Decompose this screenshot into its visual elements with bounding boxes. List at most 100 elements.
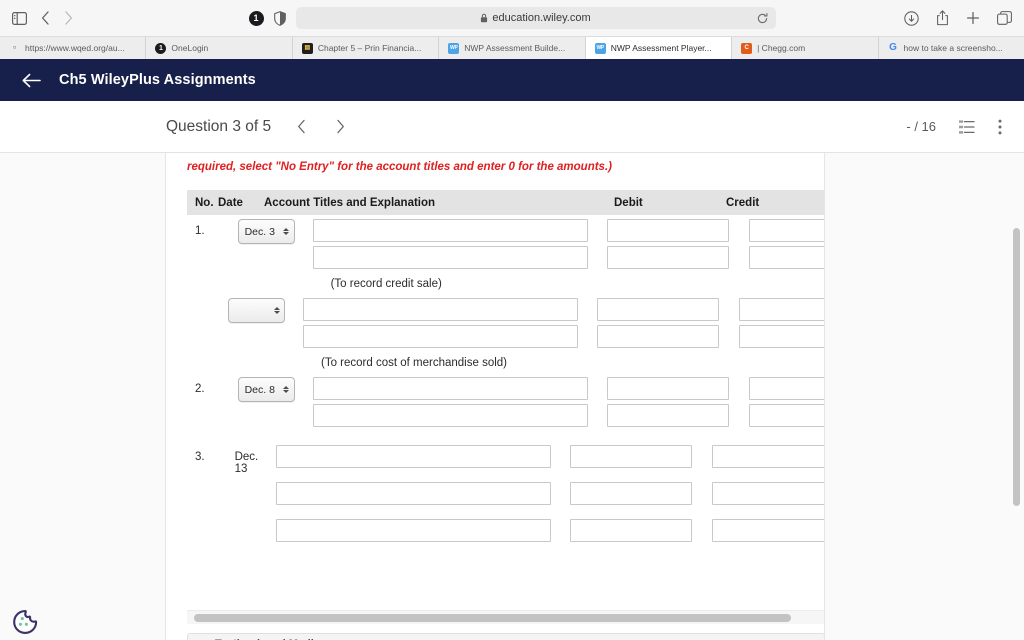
textbook-and-media-label: Textbook and Media: [188, 634, 824, 640]
browser-tab-label: https://www.wqed.org/au...: [25, 43, 125, 53]
nwp-icon: WP: [594, 42, 606, 54]
new-tab-icon[interactable]: [966, 11, 980, 25]
cookie-consent-icon[interactable]: [12, 609, 38, 635]
browser-tab-1[interactable]: ○ https://www.wqed.org/au...: [0, 37, 147, 59]
table-row: (To record cost of merchandise sold): [187, 294, 824, 373]
back-arrow-icon[interactable]: [41, 11, 50, 25]
score-display: - / 16: [906, 119, 936, 134]
date-select-cell: Dec. 8: [205, 373, 295, 403]
date-dropdown-1[interactable]: Dec. 3: [237, 219, 295, 245]
forward-arrow-icon[interactable]: [64, 11, 73, 25]
date-select-cell: Dec. 3: [205, 215, 295, 245]
instruction-text: required, select "No Entry" for the acco…: [187, 161, 612, 173]
credit-cell: [729, 215, 824, 270]
question-toolbar: Question 3 of 5 - / 16: [0, 101, 1024, 153]
account-title-input-3b[interactable]: [312, 404, 588, 428]
row-number: 1.: [195, 225, 205, 238]
address-bar[interactable]: education.wiley.com: [295, 7, 776, 29]
debit-input-3a[interactable]: [606, 377, 729, 401]
debit-cell: [578, 294, 719, 349]
debit-input-4a[interactable]: [570, 445, 693, 469]
tab-overview-icon[interactable]: [997, 11, 1012, 25]
column-header-no: No.: [195, 196, 214, 209]
shield-icon[interactable]: [273, 10, 286, 26]
browser-tab-4[interactable]: WP NWP Assessment Builde...: [439, 37, 586, 59]
column-header-debit: Debit: [614, 196, 643, 209]
debit-cell: [588, 373, 729, 428]
app-header: Ch5 WileyPlus Assignments: [0, 59, 1024, 101]
credit-input-2a[interactable]: [739, 298, 824, 322]
credit-cell: [729, 373, 824, 428]
lock-icon: [480, 13, 488, 23]
account-title-input-1a[interactable]: [312, 219, 588, 243]
page-title: Ch5 WileyPlus Assignments: [59, 72, 256, 88]
credit-input-1b[interactable]: [748, 246, 824, 270]
debit-input-4c[interactable]: [570, 519, 693, 543]
question-counter: Question 3 of 5: [166, 117, 272, 135]
share-icon[interactable]: [936, 10, 949, 26]
debit-input-2a[interactable]: [597, 298, 719, 322]
table-row: 3. Dec. 13: [187, 441, 824, 543]
date-select-cell: [195, 294, 285, 324]
debit-input-1b[interactable]: [606, 246, 729, 270]
app-back-button[interactable]: [22, 73, 41, 88]
list-view-icon[interactable]: [959, 119, 975, 134]
row-number: 3.: [195, 451, 205, 464]
credit-input-3b[interactable]: [748, 404, 824, 428]
browser-chrome: 1 education.wiley.com ○ https://www.wqed…: [0, 0, 1024, 59]
vertical-scrollbar[interactable]: [1011, 153, 1022, 640]
debit-input-1a[interactable]: [606, 219, 729, 243]
browser-tab-3[interactable]: ▤ Chapter 5 – Prin Financia...: [292, 37, 440, 59]
credit-cell: [719, 294, 824, 349]
browser-tab-label: NWP Assessment Builde...: [464, 43, 566, 53]
journal-entry-table: No. Date Account Titles and Explanation …: [187, 190, 824, 543]
vertical-scrollbar-thumb[interactable]: [1013, 228, 1020, 506]
google-icon: G: [889, 42, 897, 53]
browser-tab-6[interactable]: C | Chegg.com: [732, 37, 879, 59]
tab-strip: ○ https://www.wqed.org/au... 1 OneLogin …: [0, 36, 1024, 59]
stepper-arrows-icon: [283, 386, 290, 394]
prev-question-button[interactable]: [293, 117, 310, 136]
browser-tab-5-active[interactable]: WP NWP Assessment Player...: [585, 37, 733, 59]
sidebar-toggle-icon[interactable]: [12, 11, 27, 25]
date-dropdown-2[interactable]: [228, 298, 285, 324]
more-options-icon[interactable]: [998, 119, 1002, 135]
debit-input-4b[interactable]: [570, 482, 693, 506]
account-title-input-4c[interactable]: [276, 519, 552, 543]
column-header-credit: Credit: [726, 196, 760, 209]
date-dropdown-3[interactable]: Dec. 8: [237, 377, 295, 403]
credit-input-1a[interactable]: [748, 219, 824, 243]
credit-input-3a[interactable]: [748, 377, 824, 401]
browser-tab-7[interactable]: G how to take a screensho...: [878, 37, 1024, 59]
debit-input-2b[interactable]: [597, 325, 719, 349]
column-header-date: Date: [218, 196, 243, 209]
url-text: education.wiley.com: [492, 12, 591, 24]
credit-input-4c[interactable]: [712, 519, 824, 543]
account-title-input-2a[interactable]: [303, 298, 578, 322]
horizontal-scrollbar[interactable]: [187, 610, 824, 624]
account-title-input-2b[interactable]: [303, 325, 578, 349]
table-row: 2. Dec. 8: [187, 373, 824, 428]
onelogin-icon: 1: [155, 42, 167, 54]
browser-tab-2[interactable]: 1 OneLogin: [146, 37, 293, 59]
horizontal-scrollbar-thumb[interactable]: [194, 613, 791, 622]
account-title-input-3a[interactable]: [312, 377, 588, 401]
question-content-panel: required, select "No Entry" for the acco…: [166, 153, 825, 640]
debit-input-3b[interactable]: [606, 404, 729, 428]
downloads-icon[interactable]: [904, 10, 919, 26]
account-cell: (To record cost of merchandise sold): [285, 294, 578, 373]
credit-input-4a[interactable]: [712, 445, 824, 469]
account-title-input-4a[interactable]: [276, 445, 552, 469]
extension-badge[interactable]: 1: [248, 10, 264, 26]
wqed-icon: ○: [12, 45, 17, 51]
textbook-and-media-section[interactable]: Textbook and Media: [187, 633, 824, 640]
row-number: 2.: [195, 383, 205, 396]
date-dropdown-value: Dec. 8: [244, 383, 275, 396]
reload-icon[interactable]: [757, 12, 768, 24]
table-header-row: No. Date Account Titles and Explanation …: [187, 190, 824, 216]
next-question-button[interactable]: [332, 117, 349, 136]
credit-input-2b[interactable]: [739, 325, 824, 349]
account-title-input-4b[interactable]: [276, 482, 552, 506]
credit-input-4b[interactable]: [712, 482, 824, 506]
account-title-input-1b[interactable]: [312, 246, 588, 270]
